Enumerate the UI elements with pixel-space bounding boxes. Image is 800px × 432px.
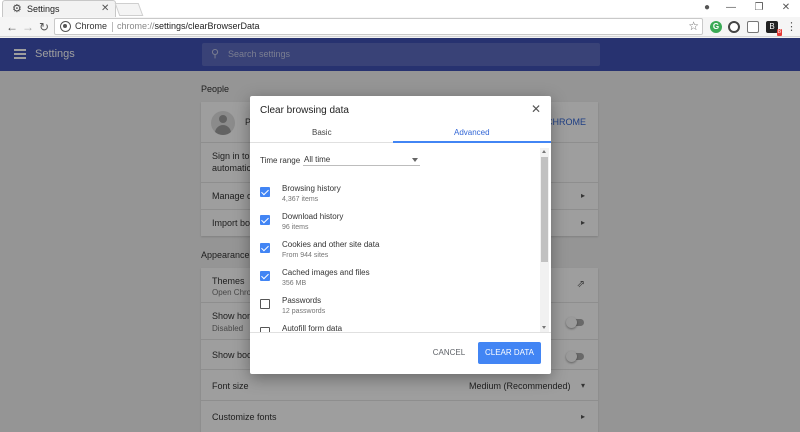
checkbox-checked[interactable] xyxy=(260,243,270,253)
item-detail: 356 MB xyxy=(282,280,307,287)
close-window-button[interactable]: ✕ xyxy=(772,0,800,17)
item-detail: From 944 sites xyxy=(282,252,329,259)
item-name: Cookies and other site data xyxy=(282,240,380,249)
tab-close-icon[interactable]: ✕ xyxy=(101,3,109,14)
maximize-button[interactable]: ❐ xyxy=(745,0,773,17)
tab-advanced[interactable]: Advanced xyxy=(454,128,490,137)
new-tab-button[interactable] xyxy=(114,3,144,16)
gear-icon: ⚙ xyxy=(12,3,22,15)
close-icon[interactable]: ✕ xyxy=(531,102,541,116)
tab-strip: ⚙ Settings ✕ ● — ❐ ✕ xyxy=(0,0,800,17)
extension-b-icon[interactable]: B8 xyxy=(766,21,782,36)
scrollbar-thumb[interactable] xyxy=(541,157,548,262)
tab-settings[interactable]: ⚙ Settings ✕ xyxy=(2,0,116,17)
item-detail: 12 passwords xyxy=(282,308,326,315)
list-item[interactable]: Browsing history 4,367 items xyxy=(250,182,540,210)
cancel-button[interactable]: CANCEL xyxy=(428,343,470,363)
url-prefix: chrome:// xyxy=(117,21,155,31)
item-name: Download history xyxy=(282,212,344,221)
grammarly-extension-icon[interactable]: G xyxy=(710,21,722,33)
list-item[interactable]: Download history 96 items xyxy=(250,210,540,238)
time-range-value: All time xyxy=(304,155,331,164)
clear-data-button[interactable]: CLEAR DATA xyxy=(478,342,541,364)
item-detail: 96 items xyxy=(282,224,309,231)
item-name: Cached images and files xyxy=(282,268,370,277)
scroll-up-icon[interactable] xyxy=(542,150,546,153)
dialog-tabs: Basic Advanced xyxy=(250,121,551,143)
time-range-label: Time range xyxy=(260,156,301,165)
extension-shield-icon[interactable] xyxy=(747,21,759,33)
time-range-select[interactable]: All time xyxy=(303,152,420,166)
list-item[interactable]: Passwords 12 passwords xyxy=(250,294,540,322)
checkbox-checked[interactable] xyxy=(260,271,270,281)
item-detail: 4,367 items xyxy=(282,196,319,203)
list-item[interactable]: Cached images and files 356 MB xyxy=(250,266,540,294)
minimize-button[interactable]: — xyxy=(717,0,745,17)
clear-browsing-data-dialog: Clear browsing data ✕ Basic Advanced Tim… xyxy=(250,96,551,374)
bookmark-star-icon[interactable]: ☆ xyxy=(688,19,699,33)
chrome-page-icon xyxy=(60,21,71,32)
list-item[interactable]: Autofill form data xyxy=(250,322,540,332)
address-bar[interactable]: Chrome chrome://settings/clearBrowserDat… xyxy=(54,18,703,35)
browser-toolbar: ← → ↻ Chrome chrome://settings/clearBrow… xyxy=(0,17,800,37)
more-menu-icon[interactable]: ⋮ xyxy=(786,20,797,34)
dialog-footer: CANCEL CLEAR DATA xyxy=(250,332,551,374)
back-arrow-icon[interactable]: ← xyxy=(6,19,18,35)
dialog-body: Time range All time Browsing history 4,36… xyxy=(250,144,551,332)
reload-icon[interactable]: ↻ xyxy=(39,19,49,35)
checkbox-checked[interactable] xyxy=(260,187,270,197)
tab-basic[interactable]: Basic xyxy=(312,128,332,137)
forward-arrow-icon[interactable]: → xyxy=(22,19,34,35)
scroll-down-icon[interactable] xyxy=(542,326,546,329)
address-separator xyxy=(112,22,113,32)
list-item[interactable]: Cookies and other site data From 944 site… xyxy=(250,238,540,266)
url-path: settings/clearBrowserData xyxy=(154,21,260,31)
item-name: Passwords xyxy=(282,296,322,305)
extension-b-label: B xyxy=(769,22,775,31)
extension-circle-icon[interactable] xyxy=(728,21,740,33)
checkbox-checked[interactable] xyxy=(260,215,270,225)
extension-badge: 8 xyxy=(776,29,782,36)
caret-down-icon xyxy=(412,158,418,162)
item-name: Browsing history xyxy=(282,184,341,193)
active-tab-indicator xyxy=(393,141,551,143)
address-chip: Chrome xyxy=(75,21,108,31)
dialog-title: Clear browsing data xyxy=(260,105,349,116)
address-url[interactable]: chrome://settings/clearBrowserData xyxy=(117,21,260,31)
item-name: Autofill form data xyxy=(282,324,343,332)
checkbox-unchecked[interactable] xyxy=(260,299,270,309)
tab-title: Settings xyxy=(27,4,60,14)
